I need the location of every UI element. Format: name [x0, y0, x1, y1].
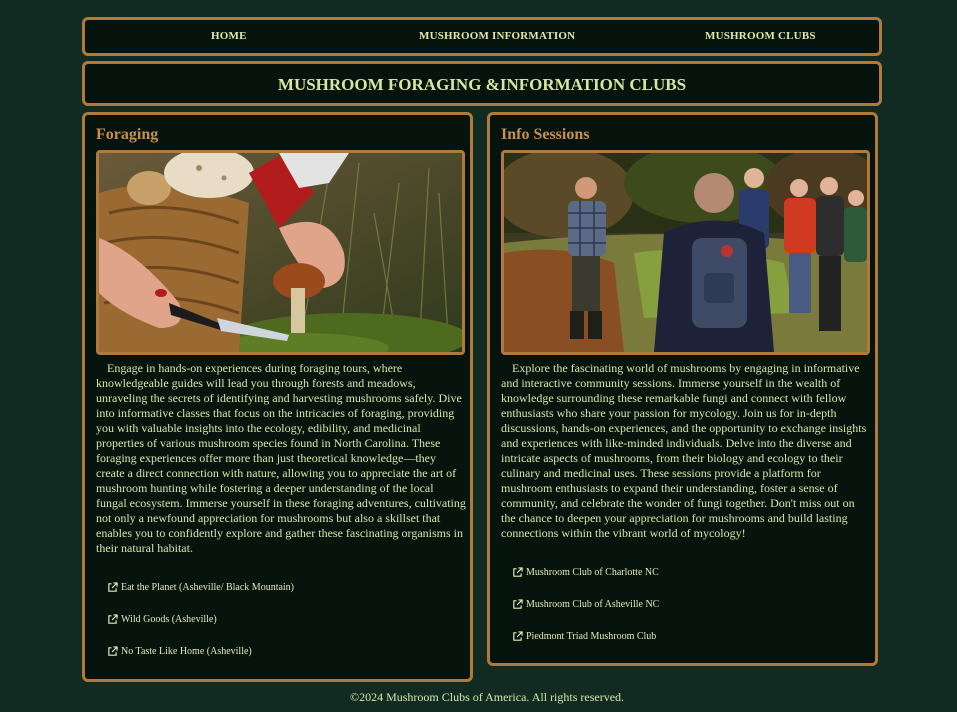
info-sessions-description: Explore the fascinating world of mushroo…: [501, 361, 867, 540]
external-link-icon: [513, 631, 523, 641]
external-link-icon: [513, 599, 523, 609]
foraging-photo: [96, 150, 465, 355]
external-link-icon: [108, 646, 118, 656]
link-wild-goods[interactable]: Wild Goods (Asheville): [107, 614, 217, 625]
foraging-heading: Foraging: [96, 126, 159, 143]
external-link-icon: [513, 567, 523, 577]
info-sessions-photo: [501, 150, 870, 355]
foraging-card: Foraging Engage in hands-on experiences …: [82, 112, 473, 682]
link-label: Eat the Planet (Asheville/ Black Mountai…: [121, 582, 295, 593]
info-sessions-card: Info Sessions Explore the fascinating wo…: [487, 112, 878, 666]
link-eat-the-planet[interactable]: Eat the Planet (Asheville/ Black Mountai…: [107, 582, 294, 593]
page-title: MUSHROOM FORAGING &INFORMATION CLUBS: [277, 75, 687, 94]
link-label: No Taste Like Home (Asheville): [121, 646, 252, 657]
link-label: Mushroom Club of Asheville NC: [526, 599, 660, 610]
link-mushroom-club-charlotte[interactable]: Mushroom Club of Charlotte NC: [512, 567, 659, 578]
external-link-icon: [108, 582, 118, 592]
page-banner: MUSHROOM FORAGING &INFORMATION CLUBS: [82, 61, 882, 106]
external-link-icon: [108, 614, 118, 624]
info-sessions-heading: Info Sessions: [501, 126, 590, 143]
nav-home-link[interactable]: HOME: [211, 30, 247, 42]
link-label: Piedmont Triad Mushroom Club: [526, 631, 657, 642]
link-piedmont-triad-mushroom-club[interactable]: Piedmont Triad Mushroom Club: [512, 631, 656, 642]
nav-mushroom-clubs-link[interactable]: MUSHROOM CLUBS: [705, 30, 816, 42]
foraging-description: Engage in hands-on experiences during fo…: [96, 361, 466, 555]
link-label: Mushroom Club of Charlotte NC: [526, 567, 659, 578]
link-mushroom-club-asheville[interactable]: Mushroom Club of Asheville NC: [512, 599, 659, 610]
top-nav-bar: HOME MUSHROOM INFORMATION MUSHROOM CLUBS: [82, 17, 882, 56]
footer-copyright: ©2024 Mushroom Clubs of America. All rig…: [349, 690, 625, 704]
link-no-taste-like-home[interactable]: No Taste Like Home (Asheville): [107, 646, 252, 657]
nav-mushroom-information-link[interactable]: MUSHROOM INFORMATION: [419, 30, 575, 42]
link-label: Wild Goods (Asheville): [121, 614, 217, 625]
